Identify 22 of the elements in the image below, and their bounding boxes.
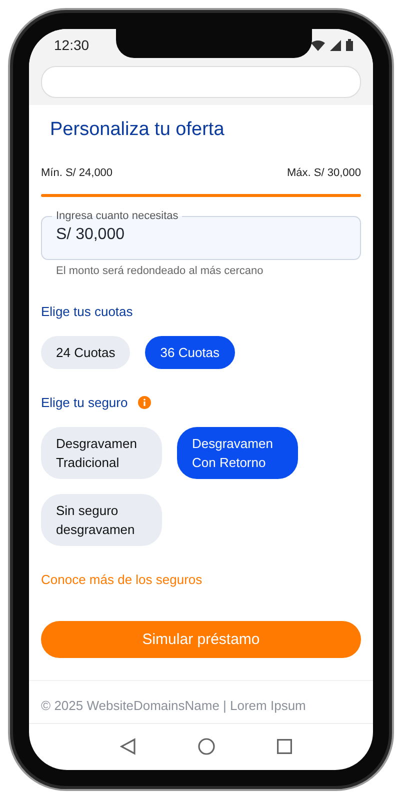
section-label: Elige tu seguro <box>41 395 128 410</box>
footer-text: © 2025 WebsiteDomainsName | Lorem Ipsum <box>29 680 373 724</box>
insurance-option[interactable]: Desgravamen Con Retorno <box>177 427 298 479</box>
field-hint: El monto será redondeado al más cercano <box>56 265 264 277</box>
wifi-icon <box>311 40 325 50</box>
signal-icon <box>330 40 341 50</box>
page-title: Personaliza tu oferta <box>50 119 226 141</box>
min-amount: Mín. S/ 24,000 <box>41 167 113 179</box>
insurance-option[interactable]: Desgravamen Tradicional <box>41 427 162 479</box>
field-label: Ingresa cuanto necesitas <box>55 209 180 223</box>
installment-option[interactable]: 24 Cuotas <box>41 336 130 369</box>
amount-field[interactable]: Ingresa cuanto necesitas S/ 30,000 <box>41 209 361 260</box>
battery-icon <box>346 38 353 50</box>
status-time: 12:30 <box>54 36 90 52</box>
info-icon[interactable] <box>138 396 151 409</box>
max-amount: Máx. S/ 30,000 <box>287 167 361 179</box>
home-icon[interactable] <box>198 738 215 755</box>
section-label: Elige tus cuotas <box>41 304 134 319</box>
recents-icon[interactable] <box>277 739 292 754</box>
installment-option[interactable]: 36 Cuotas <box>145 336 235 369</box>
insurance-option[interactable]: Sin seguro desgravamen <box>41 494 162 546</box>
back-icon[interactable] <box>120 738 136 755</box>
